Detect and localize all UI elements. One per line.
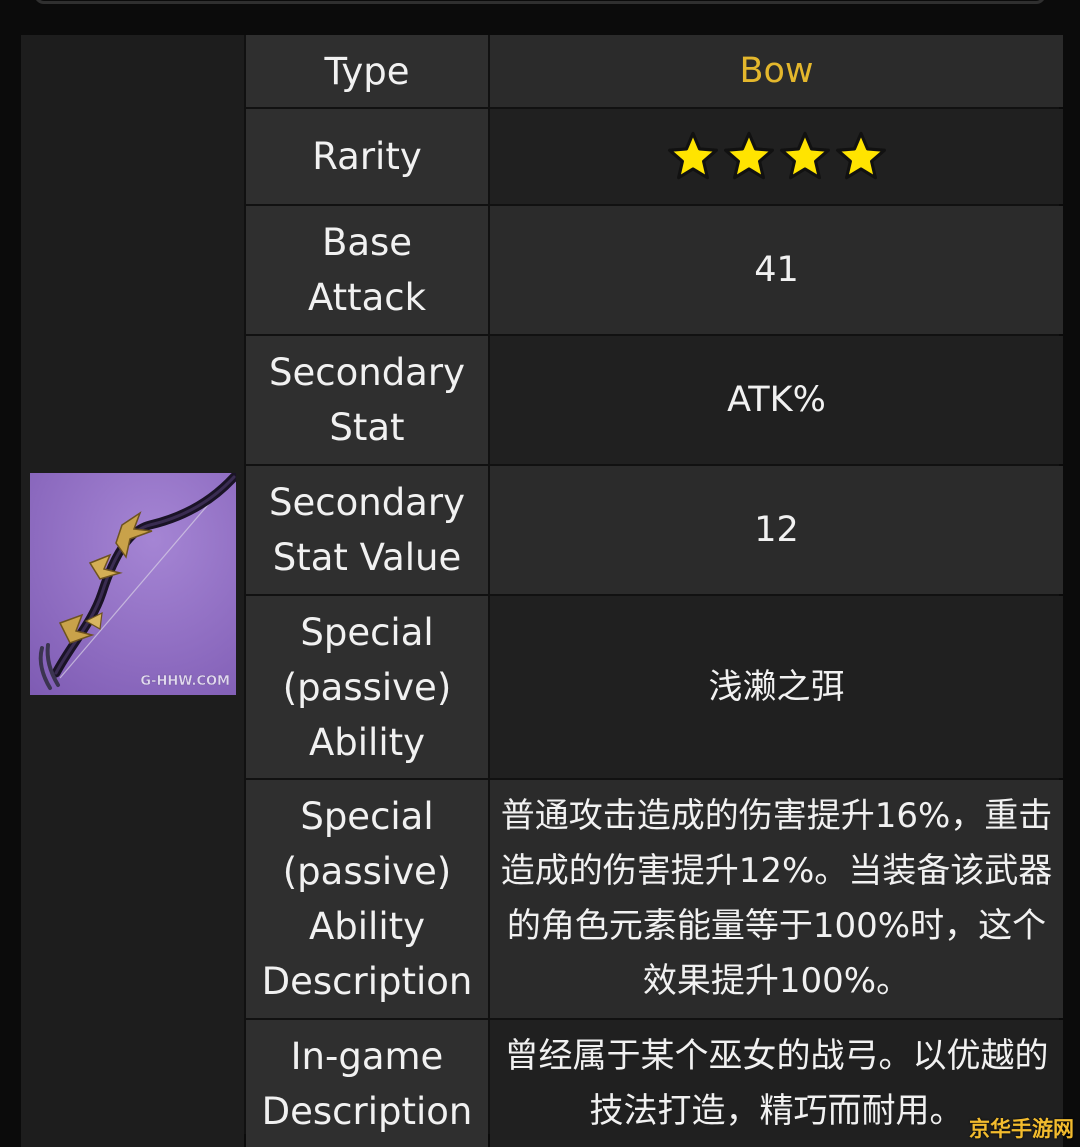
star-icon (835, 131, 886, 179)
ingame-description-label: In-game Description (246, 1020, 488, 1147)
passive-ability-label: Special (passive) Ability (246, 596, 488, 778)
weapon-image-cell: G-HHW.COM (21, 35, 244, 1147)
star-icon (723, 131, 774, 179)
passive-description-label: Special (passive) Ability Description (246, 780, 488, 1018)
passive-description-value: 普通攻击造成的伤害提升16%，重击造成的伤害提升12%。当装备该武器的角色元素能… (490, 780, 1063, 1018)
page: G-HHW.COM Type Bow Rarity Base Attack 41… (0, 0, 1080, 1147)
base-attack-label: Base Attack (246, 206, 488, 334)
secondary-stat-value-label: Secondary Stat Value (246, 466, 488, 594)
type-value: Bow (490, 35, 1063, 107)
svg-text:G-HHW.COM: G-HHW.COM (140, 674, 230, 689)
rarity-stars (666, 130, 888, 184)
top-frame-border (34, 0, 1046, 4)
bow-weapon-icon: G-HHW.COM (30, 473, 236, 695)
base-attack-value: 41 (490, 206, 1063, 334)
rarity-label: Rarity (246, 109, 488, 204)
secondary-stat-value-value: 12 (490, 466, 1063, 594)
site-watermark: 京华手游网 (969, 1117, 1074, 1141)
secondary-stat-value: ATK% (490, 336, 1063, 464)
star-icon (667, 131, 718, 179)
secondary-stat-label: Secondary Stat (246, 336, 488, 464)
weapon-image: G-HHW.COM (30, 473, 236, 695)
weapon-info-table: G-HHW.COM Type Bow Rarity Base Attack 41… (21, 35, 1063, 1147)
type-label: Type (246, 35, 488, 107)
star-icon (779, 131, 830, 179)
passive-ability-value: 浅濑之弭 (490, 596, 1063, 778)
rarity-value (490, 109, 1063, 204)
